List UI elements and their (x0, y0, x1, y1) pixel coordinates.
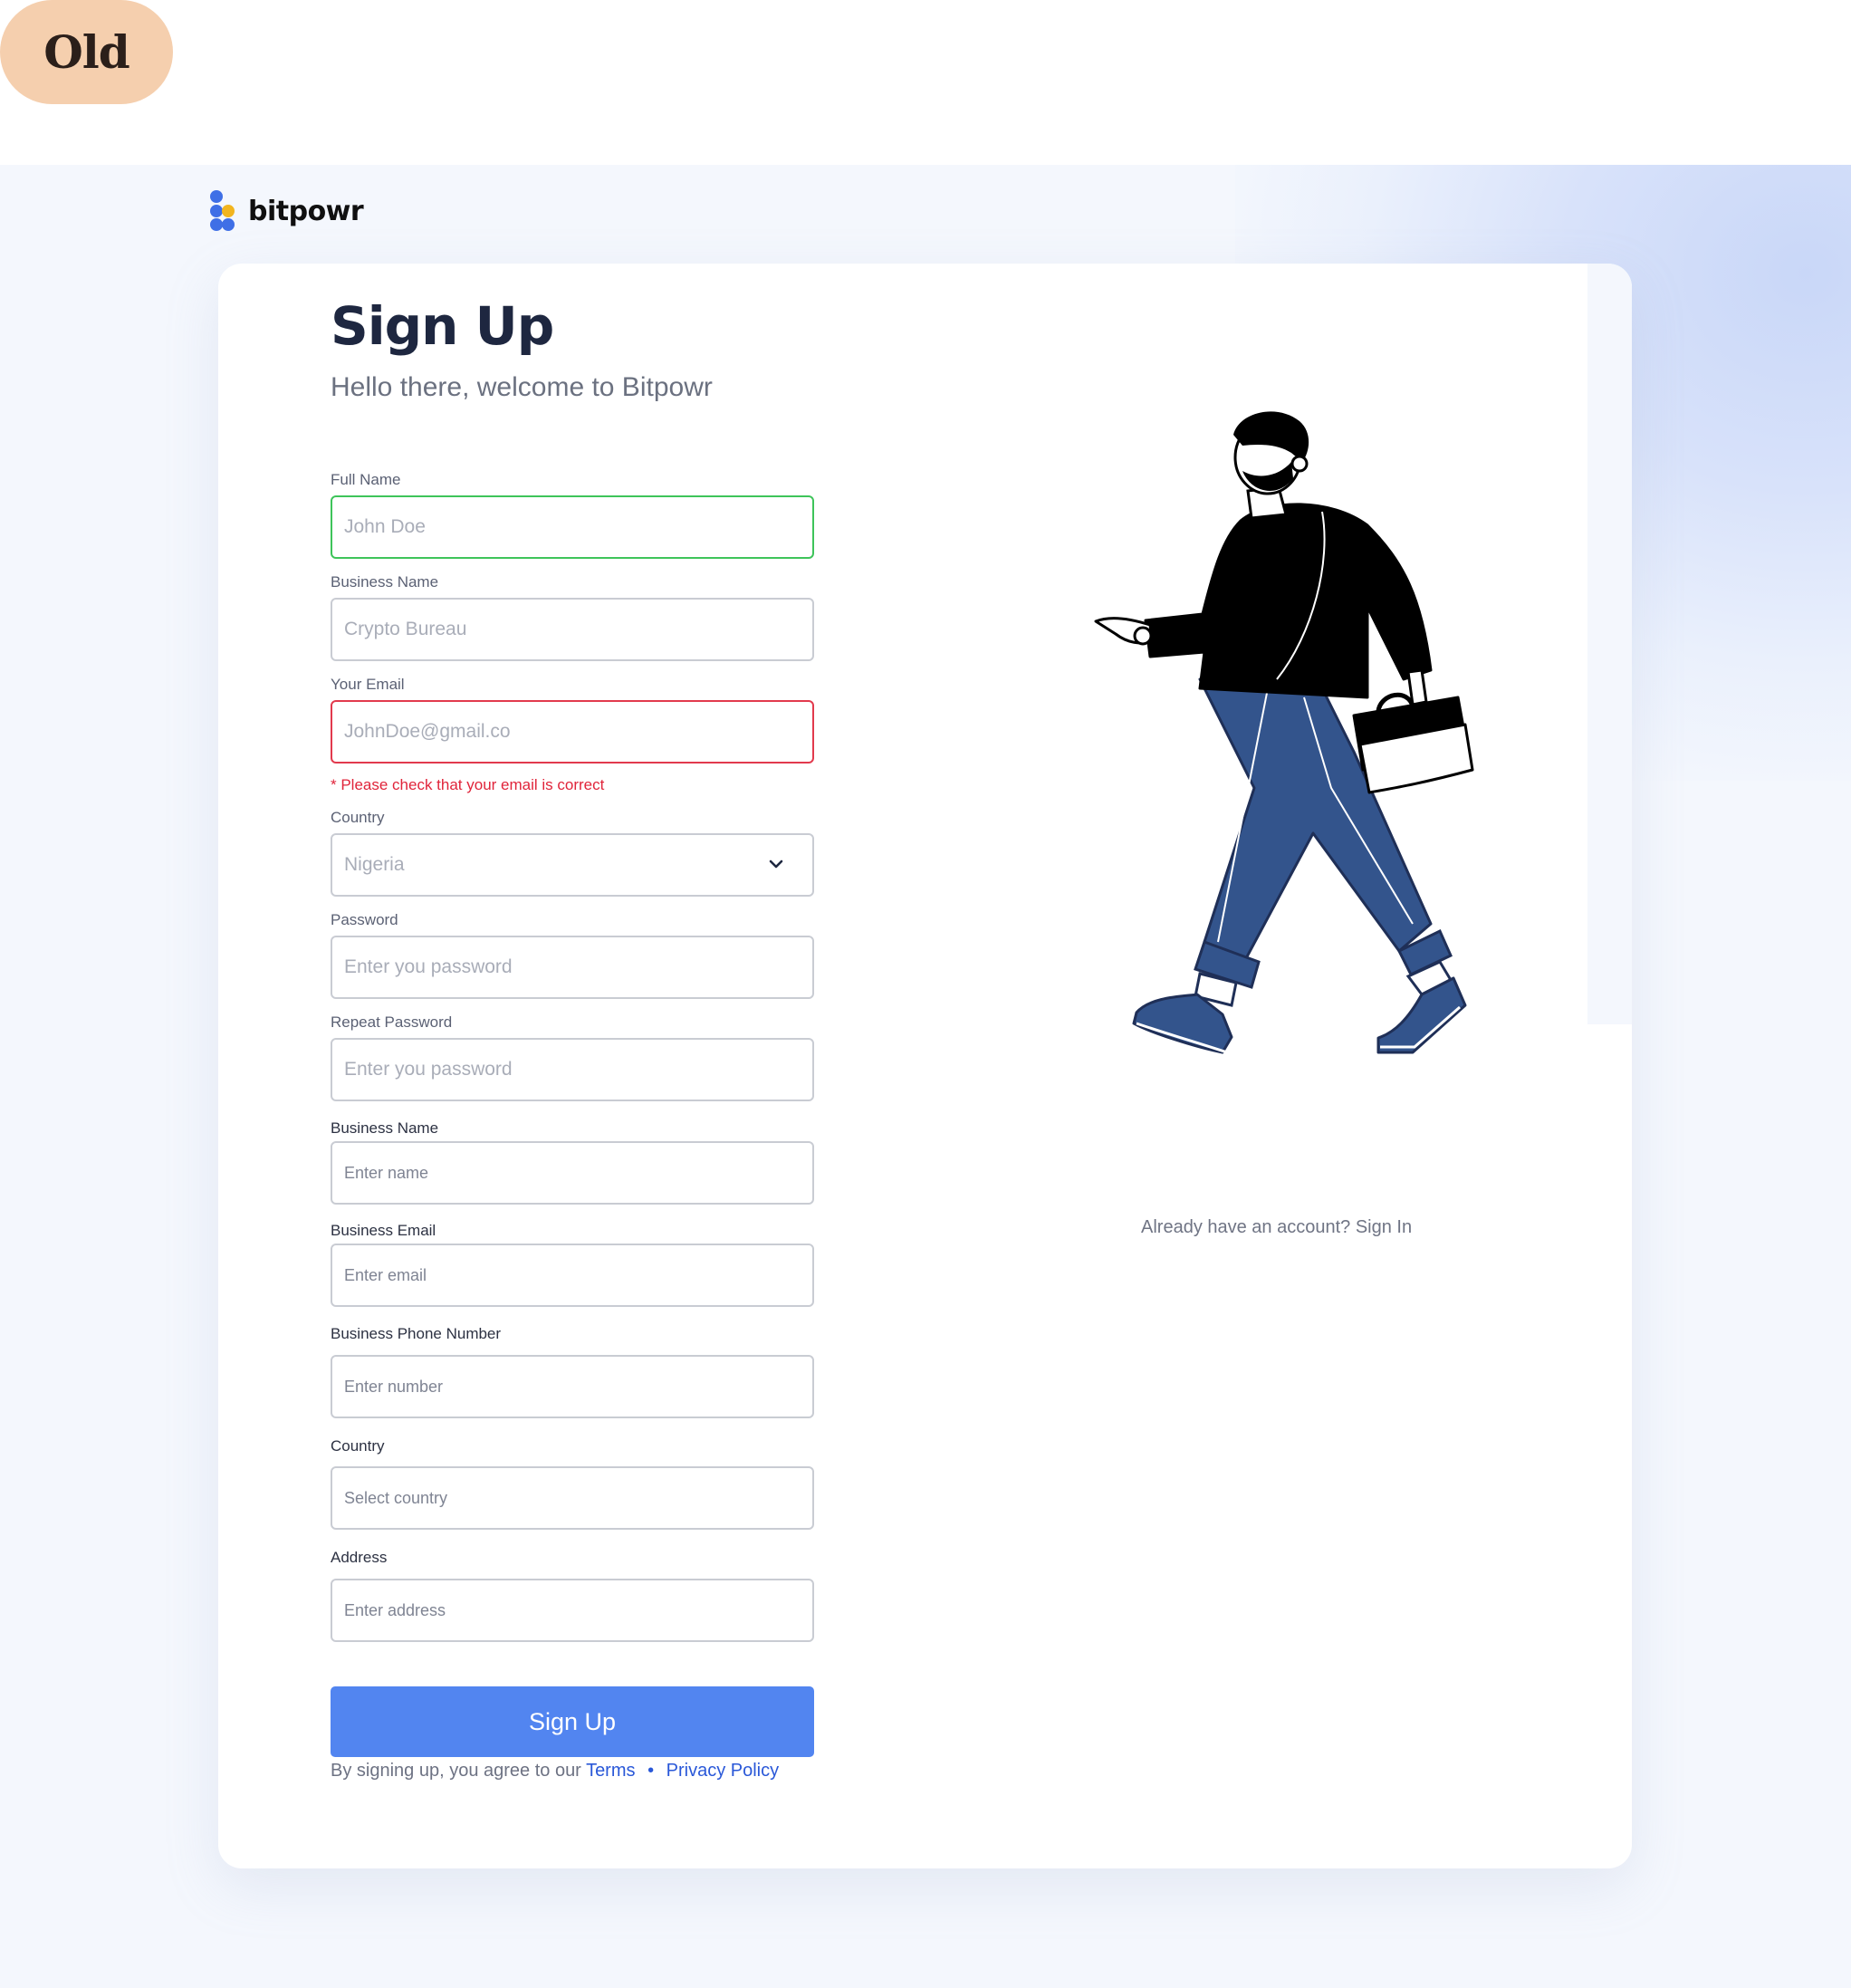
terms-separator: • (647, 1761, 655, 1781)
terms-link[interactable]: Terms (586, 1761, 635, 1781)
country-2-placeholder: Select country (344, 1488, 448, 1507)
password-input[interactable]: Enter you password (331, 936, 814, 999)
page-title: Sign Up (331, 295, 554, 357)
country-2-label: Country (331, 1437, 385, 1455)
country-2-select[interactable]: Select country (331, 1466, 814, 1530)
sign-in-prompt[interactable]: Already have an account? Sign In (1141, 1217, 1412, 1238)
old-tag: Old (0, 0, 173, 104)
business-email-placeholder: Enter email (344, 1265, 427, 1284)
address-placeholder: Enter address (344, 1600, 446, 1619)
business-name-placeholder: Crypto Bureau (344, 619, 467, 639)
bitpowr-logo-icon (210, 190, 239, 232)
terms-notice: By signing up, you agree to our Terms • … (331, 1761, 779, 1782)
chevron-down-icon (769, 860, 783, 869)
business-email-input[interactable]: Enter email (331, 1244, 814, 1307)
address-input[interactable]: Enter address (331, 1579, 814, 1642)
business-name-label: Business Name (331, 573, 439, 591)
country-value: Nigeria (344, 854, 405, 875)
business-name-2-input[interactable]: Enter name (331, 1141, 814, 1205)
email-label: Your Email (331, 676, 405, 693)
address-label: Address (331, 1549, 388, 1566)
password-label: Password (331, 911, 398, 928)
email-placeholder: JohnDoe@gmail.co (344, 721, 511, 742)
walking-man-illustration (1094, 411, 1474, 1054)
repeat-password-label: Repeat Password (331, 1013, 453, 1031)
sign-up-button[interactable]: Sign Up (331, 1686, 814, 1757)
full-name-placeholder: John Doe (344, 516, 426, 537)
page-subtitle: Hello there, welcome to Bitpowr (331, 372, 713, 402)
business-name-2-label: Business Name (331, 1119, 439, 1137)
repeat-password-input[interactable]: Enter you password (331, 1038, 814, 1101)
repeat-password-placeholder: Enter you password (344, 1059, 513, 1080)
business-name-input[interactable]: Crypto Bureau (331, 598, 814, 661)
country-label: Country (331, 809, 385, 826)
brand-logo[interactable]: bitpowr (210, 190, 364, 232)
full-name-label: Full Name (331, 471, 401, 488)
privacy-policy-link[interactable]: Privacy Policy (667, 1761, 779, 1781)
business-phone-label: Business Phone Number (331, 1325, 502, 1342)
business-phone-input[interactable]: Enter number (331, 1355, 814, 1418)
country-select[interactable]: Nigeria (331, 833, 814, 897)
brand-name: bitpowr (248, 195, 364, 227)
email-input[interactable]: JohnDoe@gmail.co (331, 700, 814, 764)
signup-form: Sign Up Hello there, welcome to Bitpowr … (331, 295, 814, 1781)
business-name-2-placeholder: Enter name (344, 1163, 429, 1182)
email-error-message: * Please check that your email is correc… (331, 776, 605, 793)
password-placeholder: Enter you password (344, 956, 513, 977)
business-phone-placeholder: Enter number (344, 1377, 444, 1396)
business-email-label: Business Email (331, 1222, 436, 1239)
full-name-input[interactable]: John Doe (331, 495, 814, 559)
terms-agree-text: By signing up, you agree to our (331, 1761, 581, 1781)
card-side-panel (1587, 264, 1632, 1024)
